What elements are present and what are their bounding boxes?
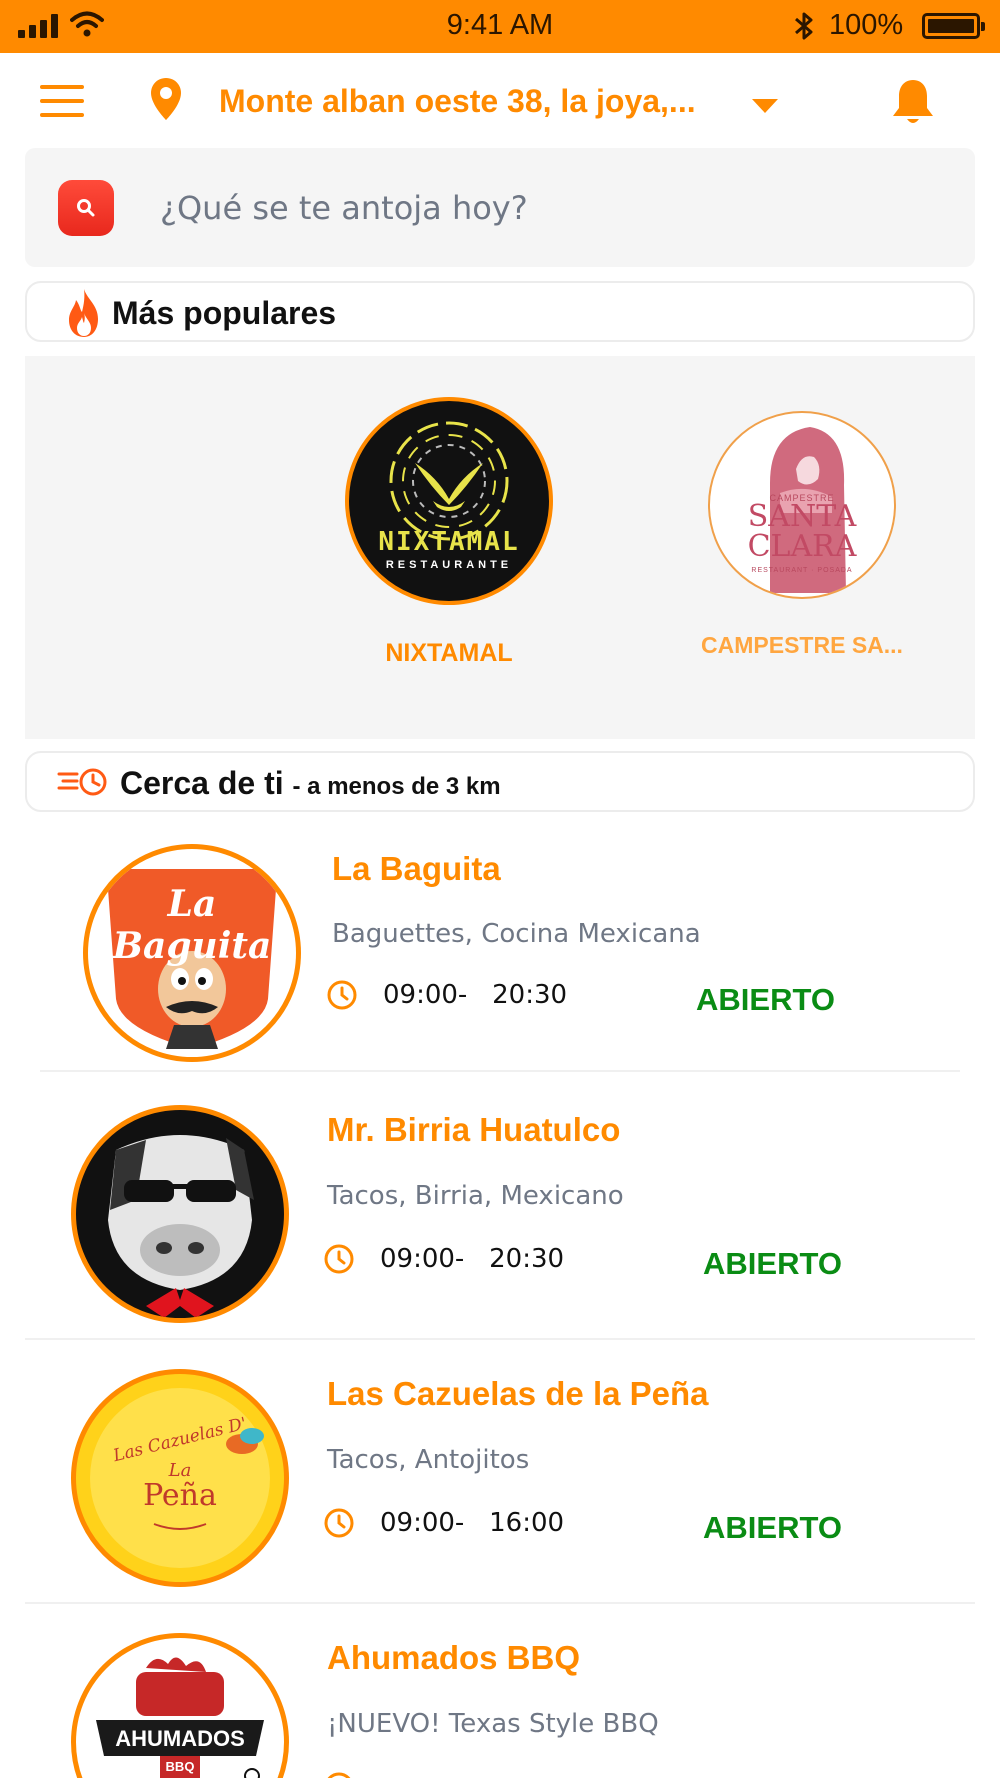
clock-icon (324, 1244, 354, 1274)
ahumados-logo-text: AHUMADOS (115, 1726, 245, 1751)
notification-bell-icon[interactable] (889, 77, 937, 127)
nixtamal-logo-emblem (389, 421, 509, 541)
restaurant-status: ABIERTO (696, 982, 835, 1017)
divider (25, 1602, 975, 1604)
nixtamal-logo-subtext: RESTAURANTE (385, 559, 513, 571)
mr-birria-logo (108, 1135, 254, 1318)
clock-icon (324, 1508, 354, 1538)
clock-icon (327, 980, 357, 1010)
battery-icon (922, 13, 985, 39)
nixtamal-logo-text: NIXTAMAL (378, 527, 520, 557)
restaurant-card[interactable]: Mr. Birria Huatulco Tacos, Birria, Mexic… (25, 1099, 975, 1362)
delivery-address[interactable]: Monte alban oeste 38, la joya,... (219, 83, 696, 120)
address-dropdown-caret-icon[interactable] (752, 99, 778, 113)
restaurant-logo: Las Cazuelas D' La Peña (71, 1369, 289, 1587)
restaurant-categories: Baguettes, Cocina Mexicana (332, 919, 701, 949)
search-bar (25, 148, 975, 267)
popular-section-header: Más populares (25, 281, 975, 342)
nearby-section-header: Cerca de ti - a menos de 3 km (25, 751, 975, 812)
popular-carousel: NIXTAMAL RESTAURANTE NIXTAMAL CAMPESTRE … (25, 356, 975, 739)
restaurant-name: La Baguita (332, 850, 501, 887)
app-header: Monte alban oeste 38, la joya,... (0, 53, 1000, 145)
restaurant-categories: Tacos, Birria, Mexicano (327, 1181, 624, 1211)
restaurant-hours: 09:00- 20:30 (383, 980, 568, 1010)
la-baguita-logo-text: La Baguita (112, 883, 272, 967)
restaurant-card[interactable]: La Baguita La Baguita Baguettes, Cocina … (25, 836, 975, 1099)
search-icon (77, 199, 95, 217)
santa-clara-logo[interactable]: CAMPESTRE SANTA CLARA RESTAURANT · POSAD… (708, 411, 896, 599)
nearby-subtitle: - a menos de 3 km (292, 773, 501, 800)
status-bar: 9:41 AM 100% (0, 0, 1000, 53)
popular-title: Más populares (112, 295, 337, 331)
cazuelas-logo-text3: Peña (143, 1478, 217, 1513)
ahumados-logo-subtext: BBQ (165, 1759, 195, 1774)
restaurant-logo: La Baguita (83, 844, 301, 1062)
fast-delivery-clock-icon (57, 768, 107, 796)
restaurant-status: ABIERTO (703, 1510, 842, 1545)
santa-clara-logo-text2: CLARA (747, 529, 857, 564)
battery-percent: 100% (829, 9, 904, 41)
divider (25, 1338, 975, 1340)
ahumados-logo-emblem (96, 1657, 264, 1778)
restaurant-hours: 09:00- 20:30 (380, 1244, 565, 1274)
restaurant-status: ABIERTO (703, 1246, 842, 1281)
nixtamal-logo[interactable]: NIXTAMAL RESTAURANTE (345, 397, 553, 605)
santa-clara-logo-subtext: RESTAURANT · POSADA (751, 567, 853, 574)
restaurant-name: Las Cazuelas de la Peña (327, 1375, 709, 1412)
fire-icon (69, 289, 98, 337)
restaurant-categories: ¡NUEVO! Texas Style BBQ (327, 1709, 659, 1739)
hamburger-menu-icon[interactable] (40, 85, 84, 117)
restaurant-name: Mr. Birria Huatulco (327, 1111, 621, 1148)
bluetooth-icon (795, 12, 813, 40)
restaurant-name: Ahumados BBQ (327, 1639, 581, 1676)
search-input[interactable] (160, 178, 920, 238)
clock-icon (327, 1772, 351, 1778)
restaurant-logo (71, 1105, 289, 1323)
popular-item-name[interactable]: CAMPESTRE SA... (687, 632, 917, 659)
popular-item-name[interactable]: NIXTAMAL (345, 639, 553, 668)
nearby-title-text: Cerca de ti (120, 765, 284, 801)
location-pin-icon (151, 78, 181, 120)
restaurant-card[interactable]: Las Cazuelas D' La Peña Las Cazuelas de … (25, 1363, 975, 1626)
nearby-title: Cerca de ti - a menos de 3 km (120, 765, 501, 802)
restaurant-logo: AHUMADOS BBQ (71, 1633, 289, 1778)
search-button[interactable] (58, 180, 114, 236)
divider (40, 1070, 960, 1072)
restaurant-card[interactable]: AHUMADOS BBQ Ahumados BBQ ¡NUEVO! Texas … (25, 1627, 975, 1778)
restaurant-hours: 09:00- 16:00 (380, 1508, 565, 1538)
restaurant-categories: Tacos, Antojitos (327, 1445, 530, 1475)
